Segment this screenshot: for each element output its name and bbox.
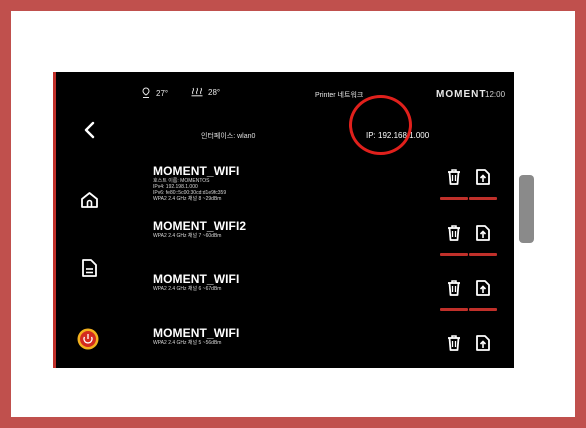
trash-icon: [448, 169, 460, 185]
button-underline: [469, 253, 497, 256]
connect-network-button[interactable]: [471, 334, 495, 358]
button-underline: [440, 253, 468, 256]
delete-network-button[interactable]: [442, 334, 466, 358]
button-underline: [440, 308, 468, 311]
home-icon: [81, 192, 98, 208]
bed-temp-value: 28°: [208, 87, 221, 97]
extruder-temp-value: 27°: [156, 88, 169, 98]
emergency-stop-icon: [77, 328, 99, 350]
trash-icon: [448, 280, 460, 296]
printer-screen: 27° 28° Printer 네트워크 moment 12:00 인터페이스:…: [53, 72, 514, 368]
file-upload-icon: [476, 280, 490, 296]
back-arrow-icon: [84, 121, 95, 139]
network-name: MOMENT_WIFI2: [153, 219, 247, 233]
trash-icon: [448, 225, 460, 241]
clock: 12:00: [485, 90, 506, 99]
nav-home[interactable]: [80, 191, 99, 214]
nav-files[interactable]: [81, 258, 98, 283]
document-icon: [82, 259, 97, 277]
scrollbar-thumb[interactable]: [519, 175, 534, 243]
network-item-4[interactable]: MOMENT_WIFI WPA2 2.4 GHz 채널 5 ~56dBm: [153, 326, 239, 346]
network-item-1[interactable]: MOMENT_WIFI 호스트 이름: MOMENTOS IPv4: 192.1…: [153, 164, 239, 202]
emergency-stop-button[interactable]: [77, 328, 99, 355]
file-upload-icon: [476, 335, 490, 351]
screen-edge-accent: [53, 72, 56, 368]
delete-network-button[interactable]: [440, 279, 468, 311]
network-signal: WPA2 2.4 GHz 채널 6 ~67dBm: [153, 286, 222, 292]
network-signal: WPA2 2.4 GHz 채널 5 ~56dBm: [153, 340, 222, 346]
screen-title: Printer 네트워크: [315, 92, 364, 99]
back-button[interactable]: [83, 121, 95, 144]
connect-network-button[interactable]: [469, 224, 497, 256]
network-item-2[interactable]: MOMENT_WIFI2 WPA2 2.4 GHz 채널 7 ~60dBm: [153, 219, 246, 239]
button-underline: [469, 308, 497, 311]
brand-logo: moment: [436, 89, 487, 100]
network-name: MOMENT_WIFI: [153, 326, 240, 340]
extruder-temp-icon: [142, 87, 150, 98]
delete-network-button[interactable]: [440, 224, 468, 256]
extruder-temp: 27°: [141, 87, 168, 99]
network-item-3[interactable]: MOMENT_WIFI WPA2 2.4 GHz 채널 6 ~67dBm: [153, 272, 239, 292]
network-name: MOMENT_WIFI: [153, 164, 240, 178]
file-upload-icon: [476, 225, 490, 241]
delete-network-button[interactable]: [440, 168, 468, 200]
file-upload-icon: [476, 169, 490, 185]
button-underline: [440, 197, 468, 200]
button-underline: [469, 197, 497, 200]
connect-network-button[interactable]: [469, 279, 497, 311]
trash-icon: [448, 335, 460, 351]
network-signal: WPA2 2.4 GHz 채널 8 ~29dBm: [153, 196, 222, 202]
connect-network-button[interactable]: [469, 168, 497, 200]
highlight-circle: [349, 95, 412, 155]
bed-temp: 28°: [191, 87, 220, 97]
network-signal: WPA2 2.4 GHz 채널 7 ~60dBm: [153, 233, 222, 239]
bed-temp-icon: [191, 87, 203, 97]
network-name: MOMENT_WIFI: [153, 272, 240, 286]
interface-label: 인터페이스: wlan0: [201, 133, 256, 140]
